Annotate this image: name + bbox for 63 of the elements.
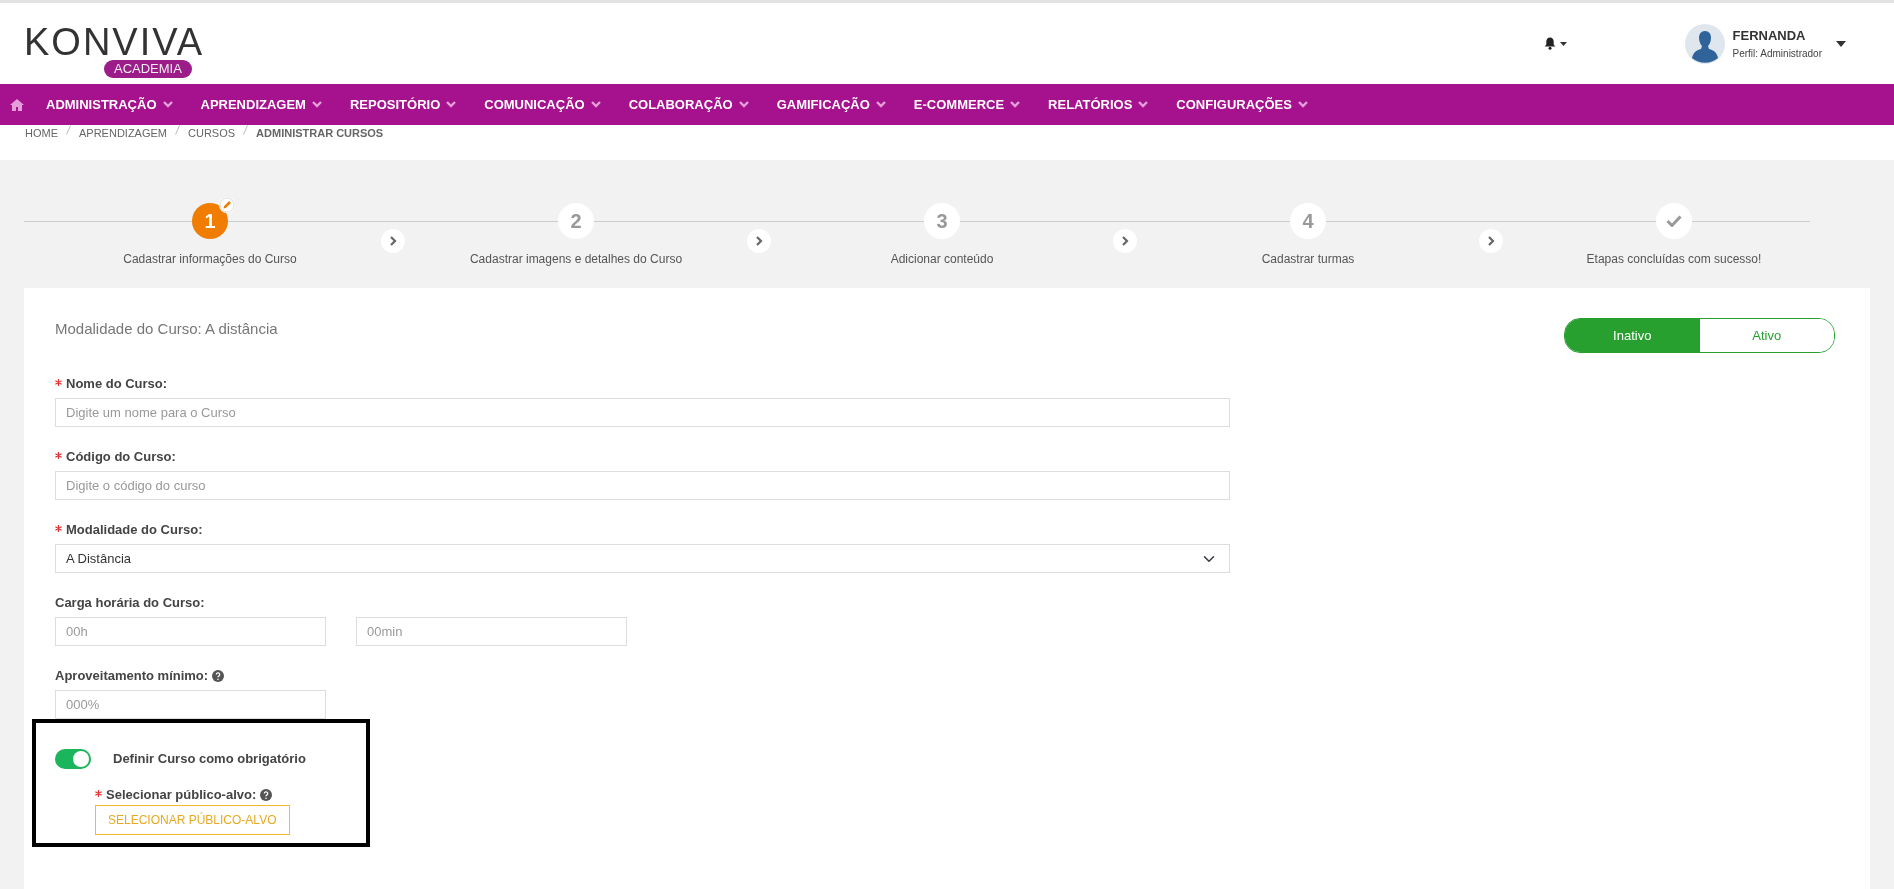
chevron-down-icon [738,101,749,108]
breadcrumb-link[interactable]: CURSOS [188,125,236,142]
notifications-button[interactable] [1543,37,1567,50]
chevron-down-icon [446,101,457,108]
field-label: Aproveitamento mínimo: [55,667,209,686]
nav-menu-item[interactable]: COLABORAÇÃO [628,94,765,115]
breadcrumb-current: ADMINISTRAR CURSOS [256,126,384,141]
switch-label: Definir Curso como obrigatório [113,750,306,769]
input-field[interactable]: Digite um nome para o Curso [55,398,1230,427]
chevron-down-icon [590,101,601,108]
chevron-right-icon [1487,236,1495,246]
nav-menu-item[interactable]: E-COMMERCE [913,94,1037,115]
chevron-down-icon [162,101,173,108]
nav-menu-item[interactable]: COMUNICAÇÃO [484,94,617,115]
slash-divider-icon [66,125,71,135]
nav-menu-item[interactable]: GAMIFICAÇÃO [776,94,902,115]
select-field[interactable]: A Distância [55,544,1230,573]
field-label: Carga horária do Curso: [55,594,205,613]
check-icon [1666,215,1682,227]
field-label: Selecionar público-alvo: [106,786,257,805]
field-label: Nome do Curso: [66,375,168,394]
step-label: Cadastrar imagens e detalhes do Curso [469,251,683,268]
chevron-down-icon [875,101,886,108]
input-field[interactable]: 00h [55,617,326,646]
nav-menu-item[interactable]: CONFIGURAÇÕES [1176,94,1324,115]
avatar-icon [1684,23,1725,64]
step-indicator[interactable] [1656,203,1692,239]
caret-icon[interactable] [1836,40,1846,47]
chevron-down-icon [1010,101,1021,108]
chevron-right-icon [389,236,397,246]
field-label: Código do Curso: [66,448,176,467]
nav-menu-item[interactable]: RELATÓRIOS [1048,94,1165,115]
chevron-right-icon [1121,236,1129,246]
chevron-down-icon [311,101,322,108]
status-toggle-option[interactable]: Inativo [1565,319,1700,352]
section-title: Modalidade do Curso: A distância [55,319,278,339]
nav-menu-item[interactable]: ADMINISTRAÇÃO [46,94,189,115]
pencil-icon [219,197,235,213]
input-field[interactable]: Digite o código do curso [55,471,1230,500]
slash-divider-icon [175,125,180,135]
field-label: Modalidade do Curso: [66,521,203,540]
logo-badge: ACADEMIA [104,59,192,78]
caret-icon [1559,41,1567,46]
slash-divider-icon [243,125,249,135]
step-label: Etapas concluídas com sucesso! [1586,251,1762,268]
input-field[interactable]: 00min [356,617,627,646]
user-name: FERNANDA [1732,27,1807,46]
chevron-right-icon [755,236,763,246]
logo-wordmark: KONVIVA [24,23,205,60]
chevron-down-icon [1138,101,1149,108]
breadcrumb-link[interactable]: APRENDIZAGEM [79,125,167,142]
step-label: Adicionar conteúdo [890,251,994,268]
input-field[interactable]: 000% [55,690,326,719]
home-icon[interactable] [10,98,24,111]
step-label: Cadastrar informações do Curso [123,251,297,268]
toggle-switch[interactable] [55,749,91,769]
breadcrumb-link[interactable]: HOME [25,125,58,142]
user-role: Perfil: Administrador [1732,46,1822,61]
step-label: Cadastrar turmas [1261,251,1355,268]
chevron-down-icon [1297,101,1308,108]
nav-menu-item[interactable]: REPOSITÓRIO [349,94,473,115]
bell-icon [1543,37,1556,50]
nav-menu-item[interactable]: APRENDIZAGEM [200,94,338,115]
